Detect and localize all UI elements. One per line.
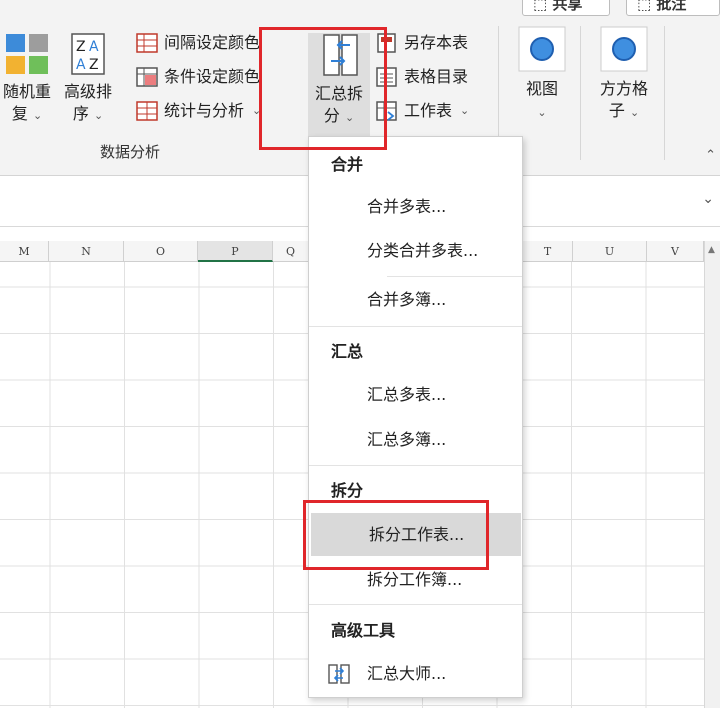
column-header[interactable]: M: [0, 241, 49, 262]
stats-analysis-button[interactable]: 统计与分析 ⌄: [136, 98, 261, 124]
condition-table-icon: [136, 67, 158, 87]
share-button[interactable]: ⬚ 共享: [522, 0, 610, 16]
view-button[interactable]: 视图 ⌄: [516, 26, 568, 124]
column-header-active[interactable]: P: [198, 241, 273, 262]
merge-split-button[interactable]: 汇总拆 分 ⌄: [308, 33, 370, 137]
interval-color-button[interactable]: 间隔设定颜色: [136, 30, 260, 56]
merge-split-icon: [323, 34, 358, 76]
chevron-down-icon: ⌄: [629, 106, 640, 119]
collapse-ribbon-icon[interactable]: ⌃: [705, 148, 716, 163]
ribbon-separator: [664, 26, 665, 160]
chevron-down-icon: ⌄: [93, 109, 104, 122]
menu-divider: [387, 276, 522, 277]
svg-text:A: A: [89, 39, 99, 55]
worksheet-button[interactable]: 工作表 ⌄: [376, 98, 469, 124]
condition-color-button[interactable]: 条件设定颜色: [136, 64, 260, 90]
menu-item-split-book[interactable]: 拆分工作簿...: [309, 558, 522, 602]
save-as-button[interactable]: 另存本表: [376, 30, 468, 56]
chevron-down-icon: ⌄: [252, 104, 262, 117]
column-header[interactable]: U: [573, 241, 647, 262]
comment-button[interactable]: ⬚ 批注: [626, 0, 720, 16]
column-header[interactable]: Q: [273, 241, 309, 262]
svg-text:A: A: [76, 57, 86, 73]
fangfang-button[interactable]: 方方格 子 ⌄: [594, 26, 654, 124]
column-header[interactable]: V: [647, 241, 704, 262]
column-header[interactable]: O: [124, 241, 198, 262]
summary-master-icon: [328, 664, 350, 684]
ribbon-separator: [580, 26, 581, 160]
menu-item-merge-sheets[interactable]: 合并多表...: [309, 185, 522, 229]
vertical-scrollbar[interactable]: ▲: [704, 241, 720, 708]
sheet-toc-button[interactable]: 表格目录: [376, 64, 468, 90]
menu-divider: [309, 465, 522, 466]
menu-section-split: 拆分: [331, 481, 364, 500]
chevron-down-icon: ⌄: [344, 111, 355, 124]
menu-divider: [309, 604, 522, 605]
view-circle-icon: [518, 26, 566, 72]
expand-formula-icon[interactable]: ⌄: [702, 191, 714, 207]
chevron-down-icon: ⌄: [460, 104, 470, 117]
menu-item-summary-sheets[interactable]: 汇总多表...: [309, 373, 522, 417]
menu-item-summary-books[interactable]: 汇总多簿...: [309, 418, 522, 462]
menu-item-category-merge[interactable]: 分类合并多表...: [309, 229, 522, 273]
chevron-down-icon: ⌄: [32, 109, 43, 122]
menu-divider: [309, 326, 522, 327]
save-sheet-icon: [377, 33, 396, 53]
fangfang-circle-icon: [600, 26, 648, 72]
svg-text:Z: Z: [89, 57, 99, 73]
worksheet-icon: [376, 101, 397, 121]
menu-item-split-sheet[interactable]: 拆分工作表...: [311, 513, 521, 556]
menu-section-merge: 合并: [331, 155, 364, 174]
share-icon: ⬚: [533, 0, 553, 13]
stats-table-icon: [136, 101, 158, 121]
column-header[interactable]: T: [523, 241, 573, 262]
random-repeat-button[interactable]: 随机重 复 ⌄: [0, 33, 54, 127]
advanced-sort-button[interactable]: Z A A Z 高级排 序 ⌄: [58, 33, 118, 127]
group-label-data-analysis: 数据分析: [100, 143, 161, 161]
menu-item-summary-master[interactable]: 汇总大师...: [309, 652, 522, 696]
column-header[interactable]: N: [49, 241, 124, 262]
comment-icon: ⬚: [637, 0, 657, 13]
scroll-up-icon[interactable]: ▲: [708, 245, 715, 255]
merge-split-dropdown: 合并 合并多表... 分类合并多表... 合并多簿... 汇总 汇总多表... …: [308, 136, 523, 698]
sort-az-icon: Z A A Z: [71, 33, 105, 75]
menu-section-summary: 汇总: [331, 342, 364, 361]
toc-icon: [376, 67, 397, 87]
menu-item-merge-books[interactable]: 合并多簿...: [309, 278, 522, 322]
menu-section-advanced: 高级工具: [331, 621, 396, 640]
svg-text:Z: Z: [76, 39, 86, 55]
random-grid-icon: [6, 34, 48, 74]
chevron-down-icon: ⌄: [537, 106, 547, 119]
table-stripe-icon: [136, 33, 158, 53]
